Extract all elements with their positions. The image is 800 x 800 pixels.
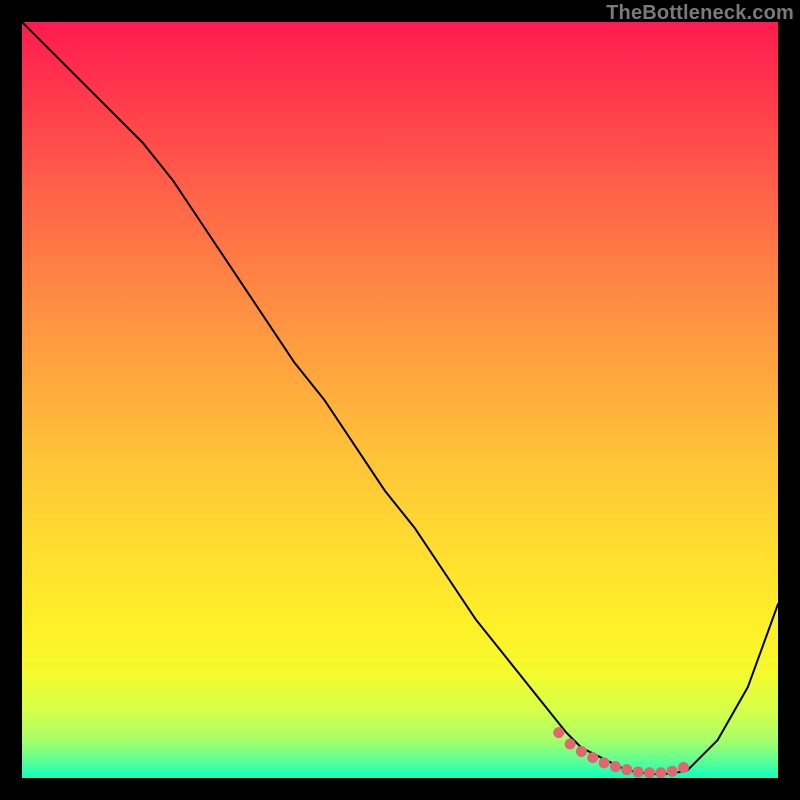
optimum-dot xyxy=(644,767,655,778)
optimum-dot xyxy=(565,738,576,749)
optimum-dot xyxy=(553,727,564,738)
plot-area xyxy=(22,22,778,778)
chart-overlay xyxy=(22,22,778,778)
curve-bottleneck-curve xyxy=(22,22,778,774)
optimum-dot xyxy=(633,766,644,777)
watermark-label: TheBottleneck.com xyxy=(606,2,794,25)
optimum-dot xyxy=(587,752,598,763)
optimum-dot xyxy=(599,757,610,768)
chart-container: TheBottleneck.com xyxy=(0,0,800,800)
optimum-dot xyxy=(621,764,632,775)
optimum-dot xyxy=(610,761,621,772)
optimum-dot xyxy=(655,767,666,778)
optimum-dot xyxy=(576,746,587,757)
optimum-dot xyxy=(678,762,689,773)
optimum-dot xyxy=(667,766,678,777)
